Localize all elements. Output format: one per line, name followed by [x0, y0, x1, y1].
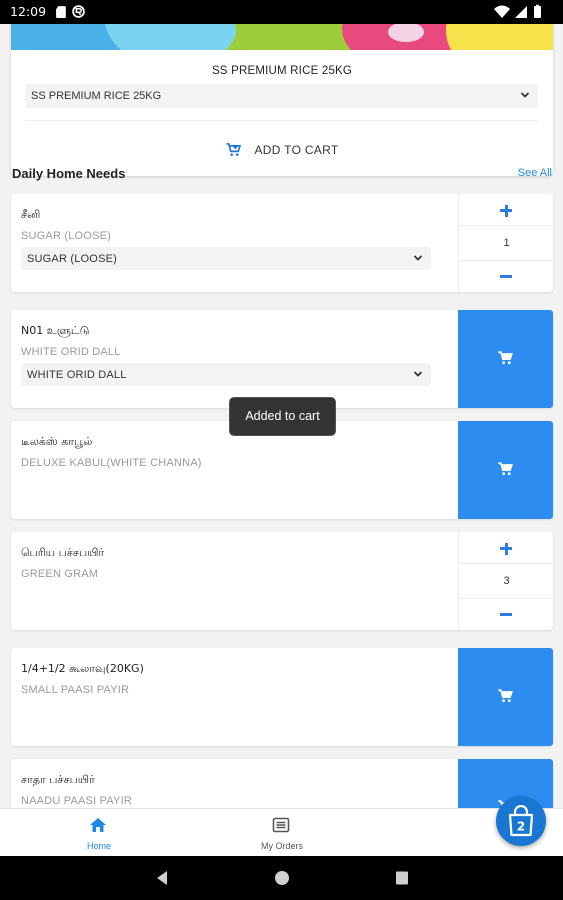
- cart-fab-button[interactable]: 2: [496, 796, 546, 846]
- product-english-name: GREEN GRAM: [21, 568, 99, 580]
- system-navigation-bar: [0, 856, 563, 900]
- nav-item-home[interactable]: Home: [49, 809, 149, 857]
- add-to-cart-button[interactable]: [458, 648, 553, 746]
- product-english-name: SMALL PAASI PAYIR: [21, 684, 130, 696]
- product-tamil-name: பெரிய பச்சபயிர்: [21, 546, 105, 559]
- product-banner-image: [11, 24, 553, 50]
- status-bar: 12:09: [0, 0, 563, 24]
- minus-icon: [500, 275, 512, 278]
- product-english-name: DELUXE KABUL(WHITE CHANNA): [21, 457, 202, 469]
- product-english-name: WHITE ORID DALL: [21, 346, 121, 358]
- variant-value: SUGAR (LOOSE): [27, 253, 118, 265]
- status-time: 12:09: [10, 4, 47, 19]
- featured-variant-value: SS PREMIUM RICE 25KG: [31, 90, 162, 102]
- add-to-cart-button[interactable]: [458, 310, 553, 408]
- section-title: Daily Home Needs: [12, 166, 126, 181]
- data-saver-icon: [72, 5, 85, 18]
- home-icon: [90, 818, 106, 832]
- product-tamil-name: சீனி: [21, 208, 41, 221]
- product-card: N01 உளுட்டு WHITE ORID DALL WHITE ORID D…: [11, 310, 553, 408]
- product-tamil-name: 1/4+1/2 கூலாவு(20KG): [21, 662, 144, 675]
- divider: [25, 120, 538, 121]
- increase-quantity-button[interactable]: [459, 194, 554, 226]
- add-to-cart-button[interactable]: [458, 421, 553, 519]
- cart-icon: [498, 351, 513, 365]
- quantity-value: 1: [503, 237, 510, 249]
- decrease-quantity-button[interactable]: [459, 598, 554, 630]
- plus-icon: [504, 542, 508, 555]
- sd-card-icon: [56, 6, 66, 18]
- see-all-link[interactable]: See All: [518, 167, 552, 179]
- chevron-down-icon: [413, 371, 423, 377]
- quantity-value: 3: [503, 575, 510, 587]
- add-to-cart-icon: [226, 143, 241, 156]
- product-tamil-name: சாதா பச்சபயிர்: [21, 773, 95, 786]
- add-to-cart-button[interactable]: ADD TO CART: [11, 143, 553, 157]
- product-card: சீனி SUGAR (LOOSE) SUGAR (LOOSE) 1: [11, 194, 554, 292]
- toast-message: Added to cart: [229, 397, 336, 436]
- product-english-name: NAADU PAASI PAYIR: [21, 795, 132, 807]
- product-card: 1/4+1/2 கூலாவு(20KG) SMALL PAASI PAYIR: [11, 648, 553, 746]
- cart-count: 2: [517, 820, 525, 834]
- increase-quantity-button[interactable]: [459, 532, 554, 564]
- back-icon[interactable]: [155, 870, 169, 886]
- product-card: சாதா பச்சபயிர் NAADU PAASI PAYIR: [11, 759, 553, 808]
- variant-value: WHITE ORID DALL: [27, 369, 127, 381]
- quantity-stepper: 3: [458, 532, 554, 630]
- variant-select[interactable]: SUGAR (LOOSE): [21, 247, 431, 270]
- nav-home-label: Home: [86, 841, 111, 851]
- variant-select[interactable]: WHITE ORID DALL: [21, 363, 431, 386]
- product-tamil-name: டீலக்ஸ் காபூல்: [21, 435, 93, 448]
- home-circle-icon[interactable]: [274, 870, 290, 886]
- chevron-down-icon: [520, 92, 530, 98]
- nav-my-orders-label: My Orders: [260, 841, 303, 851]
- quantity-stepper: 1: [458, 194, 554, 292]
- nav-item-my-orders[interactable]: My Orders: [232, 809, 332, 857]
- plus-icon: [504, 204, 508, 217]
- shopping-bag-icon: 2: [508, 805, 534, 837]
- minus-icon: [500, 613, 512, 616]
- bottom-navigation: Home My Orders: [0, 808, 563, 856]
- cart-icon: [498, 689, 513, 703]
- cart-icon: [498, 462, 513, 476]
- chevron-down-icon: [413, 255, 423, 261]
- recents-icon[interactable]: [395, 870, 409, 886]
- product-card: பெரிய பச்சபயிர் GREEN GRAM 3: [11, 532, 554, 630]
- featured-product-title: SS PREMIUM RICE 25KG: [211, 65, 353, 77]
- featured-variant-select[interactable]: SS PREMIUM RICE 25KG: [25, 84, 538, 108]
- wifi-signal-battery-icon: [494, 4, 541, 18]
- status-right: [493, 4, 555, 20]
- product-tamil-name: N01 உளுட்டு: [21, 324, 90, 337]
- orders-icon: [272, 817, 290, 833]
- featured-product-card: SS PREMIUM RICE 25KG SS PREMIUM RICE 25K…: [11, 24, 553, 176]
- add-to-cart-label: ADD TO CART: [254, 143, 339, 157]
- decrease-quantity-button[interactable]: [459, 260, 554, 292]
- product-english-name: SUGAR (LOOSE): [21, 230, 112, 242]
